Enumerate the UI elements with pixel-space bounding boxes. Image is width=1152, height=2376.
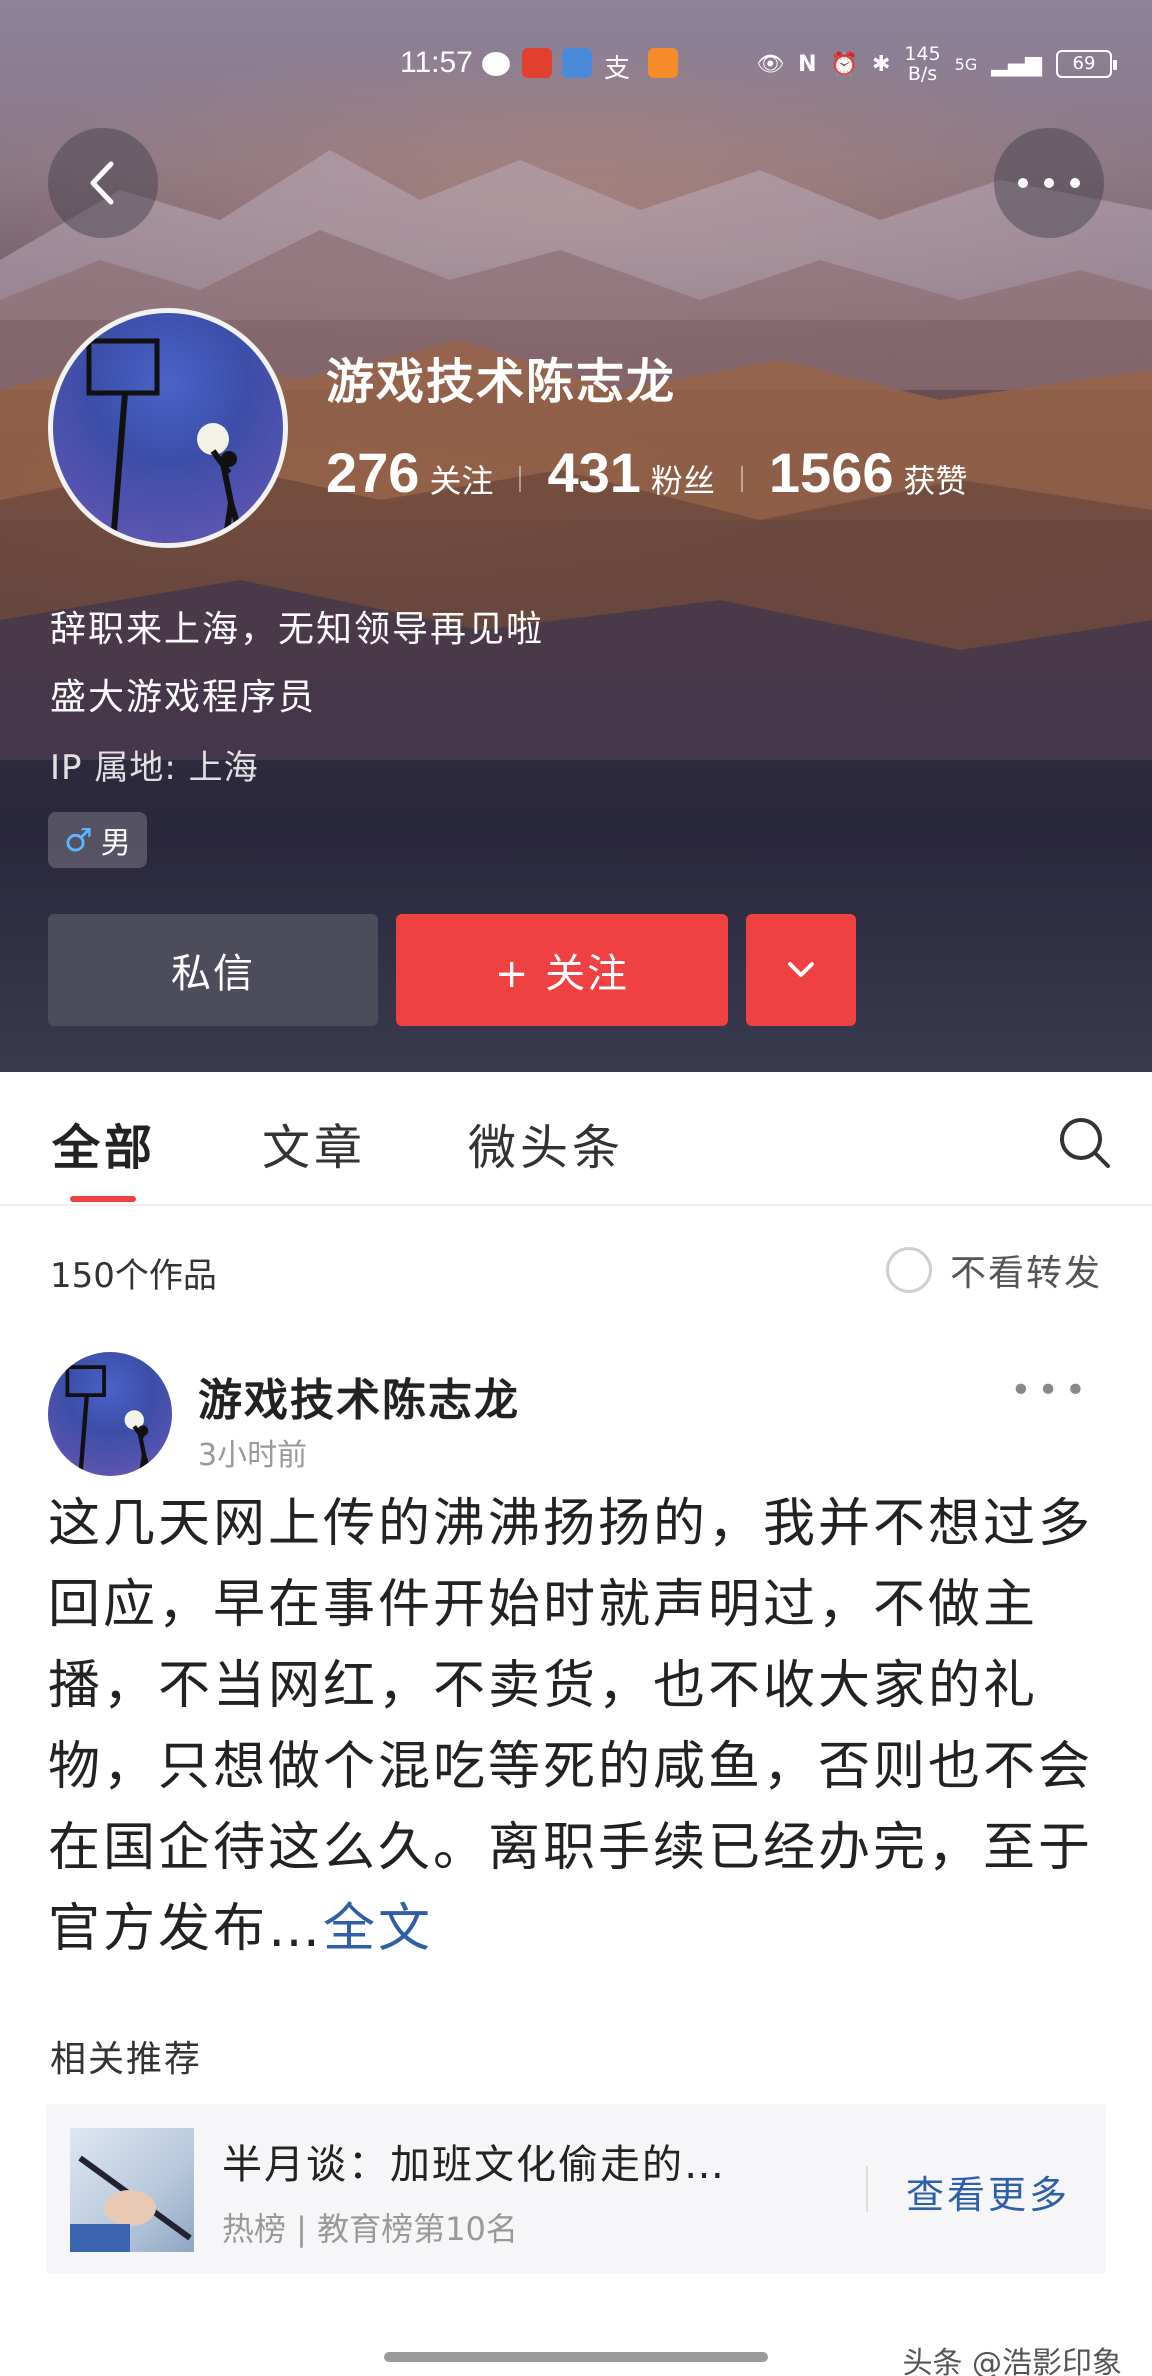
stat-following-label: 关注 [429,462,494,500]
eye-icon: 👁 [756,51,785,77]
network-speed-value: 145 [904,43,941,65]
profile-header: 11:57 支 👁 N ⏰ ✱ 145 B/s 5G ▂▄▆ 69 游戏技术陈志… [0,0,1152,1072]
avatar-image [86,338,246,543]
chat-notification-icon [482,52,510,76]
post-author-avatar[interactable] [48,1352,172,1476]
battery-icon: 69 [1056,50,1117,78]
ip-location: IP 属地: 上海 [50,748,259,788]
hide-reposts-toggle[interactable]: 不看转发 [885,1244,1102,1296]
more-dots-icon [1018,178,1080,188]
male-icon: ♂ [64,821,93,859]
related-headline: 半月谈：加班文化偷走的… [222,2142,726,2188]
stat-likes[interactable]: 1566 获赞 [769,440,968,505]
post-text: 这几天网上传的沸沸扬扬的，我并不想过多回应，早在事件开始时就声明过，不做主播，不… [48,1494,1094,1959]
post-more-icon[interactable]: ••• [1010,1370,1092,1411]
tab-micro-posts[interactable]: 微头条 [468,1108,624,1178]
works-count: 150个作品 [50,1256,217,1296]
related-section-title: 相关推荐 [50,2039,203,2080]
follow-button[interactable]: + 关注 [396,914,728,1026]
post-body[interactable]: 这几天网上传的沸沸扬扬的，我并不想过多回应，早在事件开始时就声明过，不做主播，不… [48,1484,1108,1970]
chevron-left-icon [90,161,114,205]
tab-all[interactable]: 全部 [52,1108,156,1178]
gender-badge: ♂ 男 [48,812,147,868]
post-timestamp: 3小时前 [198,1438,308,1473]
view-more-link[interactable]: 查看更多 [906,2164,1070,2219]
content-tabs: 全部 文章 微头条 [0,1072,1152,1206]
network-speed: 145 B/s [904,44,940,84]
signal-icon: 5G [954,54,978,74]
post-author-name[interactable]: 游戏技术陈志龙 [198,1364,520,1428]
stat-following[interactable]: 276 关注 [326,440,493,505]
stat-divider [740,466,743,492]
stat-followers[interactable]: 431 粉丝 [547,440,714,505]
hide-reposts-label: 不看转发 [949,1253,1102,1294]
message-button[interactable]: 私信 [48,914,378,1026]
profile-stats: 276 关注 431 粉丝 1566 获赞 [326,440,968,505]
alipay-notification-icon: 支 [604,54,631,84]
status-bar: 11:57 支 👁 N ⏰ ✱ 145 B/s 5G ▂▄▆ 69 [0,40,1152,90]
status-time: 11:57 [400,46,473,79]
map-notification-icon [562,48,592,78]
stat-following-value: 276 [326,441,420,504]
related-meta: 热榜 | 教育榜第10名 [222,2210,518,2248]
stat-divider [519,466,522,492]
profile-name: 游戏技术陈志龙 [326,354,677,410]
app-notification-icon [522,48,552,78]
network-speed-unit: B/s [907,63,938,85]
active-tab-indicator [70,1196,136,1202]
alarm-icon: ⏰ [830,51,858,77]
avatar-image [65,1365,153,1476]
chevron-down-icon [788,962,814,977]
watermark: 头条 @浩影印象 [902,2346,1122,2376]
search-icon[interactable] [1056,1114,1112,1170]
app2-notification-icon [648,48,678,78]
radio-circle-icon [885,1247,932,1293]
home-indicator[interactable] [384,2352,768,2362]
bluetooth-icon: ✱ [871,51,891,77]
read-full-link[interactable]: 全文 [323,1899,433,1959]
related-card[interactable]: 半月谈：加班文化偷走的… 热榜 | 教育榜第10名 查看更多 [46,2104,1106,2274]
nfc-icon: N [798,51,817,77]
thumbnail-image [70,2155,192,2252]
profile-bio-line: 盛大游戏程序员 [50,677,317,718]
stat-likes-value: 1566 [768,441,894,504]
back-button[interactable] [48,128,158,238]
stat-followers-value: 431 [547,441,641,504]
signal-bars-icon: ▂▄▆ [991,51,1042,77]
more-options-button[interactable] [994,128,1104,238]
profile-avatar[interactable] [48,308,288,548]
stat-likes-label: 获赞 [903,462,968,500]
tab-articles[interactable]: 文章 [262,1108,366,1178]
divider [866,2166,868,2212]
stat-followers-label: 粉丝 [650,462,715,500]
profile-bio-line: 辞职来上海，无知领导再见啦 [50,609,545,650]
recommend-dropdown-button[interactable] [746,914,856,1026]
related-thumbnail [70,2128,194,2252]
gender-label: 男 [100,826,131,861]
